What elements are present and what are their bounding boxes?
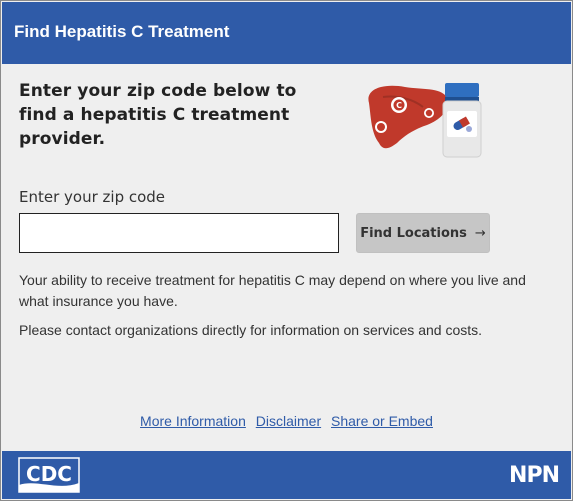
- more-information-link[interactable]: More Information: [140, 413, 246, 429]
- share-or-embed-link[interactable]: Share or Embed: [331, 413, 433, 429]
- widget-title: Find Hepatitis C Treatment: [14, 22, 230, 41]
- footer-bar: CDC NPN: [2, 451, 571, 499]
- zip-code-input[interactable]: [19, 213, 339, 253]
- footer-links: More Information Disclaimer Share or Emb…: [1, 413, 572, 429]
- find-locations-button[interactable]: Find Locations →: [356, 213, 490, 253]
- info-paragraph-insurance: Your ability to receive treatment for he…: [19, 272, 526, 309]
- svg-text:C: C: [396, 101, 402, 110]
- virus-icon: C: [391, 97, 407, 113]
- info-paragraph-contact: Please contact organizations directly fo…: [19, 322, 483, 338]
- find-locations-label: Find Locations: [360, 225, 467, 241]
- virus-icon: [424, 108, 434, 118]
- cdc-logo-text: CDC: [26, 462, 72, 486]
- npn-logo[interactable]: NPN: [509, 463, 560, 488]
- pill-bottle-icon: [442, 83, 482, 158]
- liver-and-medication-illustration: C: [368, 83, 482, 158]
- hepatitis-c-widget: Find Hepatitis C Treatment Enter your zi…: [0, 0, 573, 501]
- zip-code-label: Enter your zip code: [19, 188, 166, 206]
- intro-text: Enter your zip code below to find a hepa…: [19, 81, 297, 149]
- arrow-right-icon: →: [474, 225, 486, 241]
- cdc-logo[interactable]: CDC: [18, 457, 80, 493]
- disclaimer-link[interactable]: Disclaimer: [256, 413, 321, 429]
- header-bar: Find Hepatitis C Treatment: [2, 2, 571, 64]
- virus-icon: [375, 121, 387, 133]
